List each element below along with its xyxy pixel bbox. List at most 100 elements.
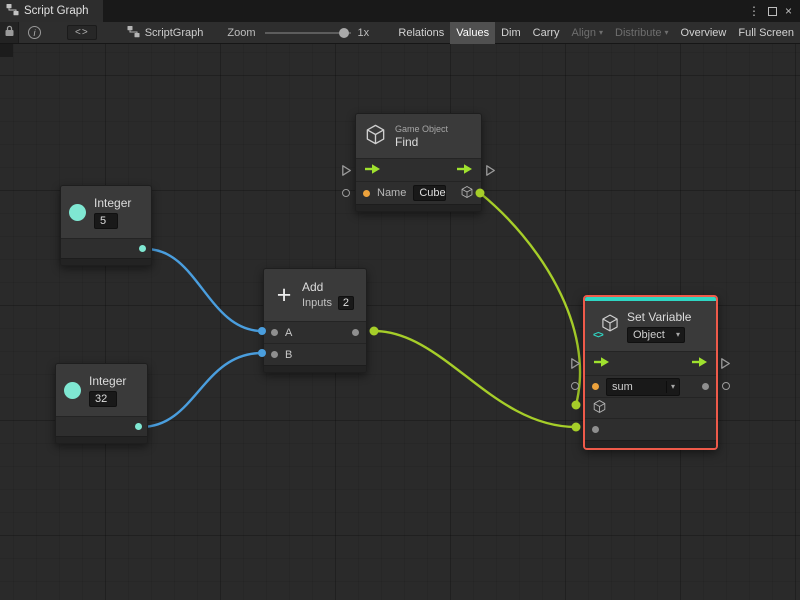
name-value-field[interactable]: Cube <box>413 185 446 201</box>
node-category: Game Object <box>395 123 449 134</box>
flow-output-triangle-port[interactable] <box>485 164 496 180</box>
sum-output-port[interactable] <box>352 329 359 336</box>
button-label: Align <box>571 26 597 39</box>
node-footer <box>585 440 716 448</box>
input-a-port[interactable] <box>271 329 278 336</box>
window-titlebar: Script Graph ⋮ × <box>0 0 800 22</box>
flow-output-arrow-icon[interactable] <box>456 163 473 178</box>
set-variable-icon: <> <box>593 313 620 341</box>
tab-title: Script Graph <box>24 5 89 17</box>
variable-name-dropdown[interactable]: sum ▾ <box>606 377 680 396</box>
toolbar-button-dim[interactable]: Dim <box>495 22 527 44</box>
scope-label: Object <box>633 328 665 341</box>
game-object-cube-icon <box>364 123 387 149</box>
integer-value-field[interactable]: 32 <box>89 390 117 407</box>
integer-icon <box>64 381 81 399</box>
edit-source-button[interactable]: <> <box>67 25 97 40</box>
node-footer <box>356 204 481 211</box>
toolbar-button-fullscreen[interactable]: Full Screen <box>732 22 800 44</box>
node-title: Integer <box>89 373 127 388</box>
variable-scope-dropdown[interactable]: Object ▾ <box>627 326 685 343</box>
flow-input-arrow-icon[interactable] <box>593 356 610 371</box>
value-output-circle-port[interactable] <box>722 382 730 390</box>
menu-icon[interactable]: ⋮ <box>748 4 760 18</box>
lock-button[interactable] <box>0 22 19 43</box>
variable-name-label: sum <box>612 380 633 393</box>
node-title: Set Variable <box>627 309 692 324</box>
caret-down-icon: ▾ <box>665 380 679 393</box>
value-input-port[interactable] <box>592 426 599 433</box>
close-icon[interactable]: × <box>785 4 792 18</box>
window-controls: ⋮ × <box>748 0 800 22</box>
flow-output-arrow-icon[interactable] <box>691 356 708 371</box>
tab-script-graph[interactable]: Script Graph <box>0 0 103 22</box>
maximize-icon[interactable] <box>767 6 777 16</box>
button-label: Full Screen <box>738 26 794 39</box>
name-label: Name <box>377 187 407 199</box>
game-object-output-icon[interactable] <box>460 185 474 202</box>
button-label: Values <box>456 26 490 39</box>
zoom-value: 1x <box>357 26 370 39</box>
toolbar-buttons: Relations Values Dim Carry Align ▾ Distri… <box>392 21 800 44</box>
name-input-circle-port[interactable] <box>571 382 579 390</box>
wire-integer32-to-addB <box>139 351 264 429</box>
flow-input-triangle-port[interactable] <box>341 164 352 180</box>
toolbar-button-overview[interactable]: Overview <box>675 22 733 44</box>
flow-input-arrow-icon[interactable] <box>364 163 381 178</box>
node-title: Find <box>395 134 419 149</box>
toolbar-button-distribute[interactable]: Distribute ▾ <box>609 22 674 44</box>
add-plus-icon: + <box>276 280 292 309</box>
graph-name-label: ScriptGraph <box>144 26 204 39</box>
node-game-object-find[interactable]: Game Object Find Name Cube <box>342 113 495 212</box>
variable-brackets-icon: <> <box>593 329 604 341</box>
button-label: Dim <box>501 26 521 39</box>
node-footer <box>264 365 366 372</box>
graph-canvas[interactable]: Integer 5 Integer 32 Game Object Find Na… <box>0 44 800 600</box>
inputs-count-field[interactable]: 2 <box>337 296 354 310</box>
integer-output-port[interactable] <box>135 423 142 430</box>
zoom-label: Zoom <box>227 26 256 39</box>
input-b-label: B <box>285 348 293 361</box>
node-integer-32[interactable]: Integer 32 <box>55 363 148 444</box>
wire-integer5-to-addA <box>144 247 264 333</box>
node-title: Integer <box>94 195 132 210</box>
node-title: Add <box>302 280 324 294</box>
button-label: Distribute <box>615 26 662 39</box>
node-integer-5[interactable]: Integer 5 <box>60 185 152 266</box>
node-set-variable[interactable]: <> Set Variable Object ▾ sum ▾ <box>585 297 716 448</box>
info-icon[interactable]: i <box>28 26 41 39</box>
toolbar-button-values[interactable]: Values <box>450 21 496 44</box>
canvas-corner <box>0 44 13 57</box>
integer-value-field[interactable]: 5 <box>94 212 118 229</box>
value-output-port[interactable] <box>702 383 709 390</box>
flow-input-triangle-port[interactable] <box>570 357 581 373</box>
button-label: Overview <box>680 26 727 39</box>
integer-icon <box>69 203 86 221</box>
zoom-slider[interactable] <box>264 27 351 38</box>
node-add[interactable]: + Add Inputs 2 A B <box>263 268 367 373</box>
integer-output-port[interactable] <box>139 245 146 252</box>
zoom-slider-handle[interactable] <box>338 27 349 38</box>
caret-down-icon: ▾ <box>664 27 669 37</box>
button-label: Carry <box>532 26 560 39</box>
object-target-port-icon[interactable] <box>592 399 607 417</box>
toolbar-button-align[interactable]: Align ▾ <box>566 22 609 44</box>
toolbar-button-relations[interactable]: Relations <box>392 22 450 44</box>
name-input-port[interactable] <box>363 189 370 197</box>
value-input-circle-port[interactable] <box>342 189 350 197</box>
input-b-port[interactable] <box>271 351 278 358</box>
node-set-variable-selection: <> Set Variable Object ▾ sum ▾ <box>571 295 730 450</box>
wire-find-to-setvariable <box>478 191 582 407</box>
variable-name-input-port[interactable] <box>592 383 599 390</box>
flow-output-triangle-port[interactable] <box>720 357 731 373</box>
input-a-label: A <box>285 326 293 339</box>
toolbar-button-carry[interactable]: Carry <box>527 22 566 44</box>
inputs-label: Inputs <box>302 297 332 309</box>
caret-down-icon: ▾ <box>675 329 680 339</box>
graph-name-group: ScriptGraph <box>127 25 204 41</box>
button-label: Relations <box>398 26 445 39</box>
graph-toolbar: i <> ScriptGraph Zoom 1x Relations Value… <box>0 21 800 44</box>
script-graph-icon <box>6 3 19 19</box>
node-footer <box>56 436 147 443</box>
wire-add-to-setvariable <box>372 329 578 429</box>
